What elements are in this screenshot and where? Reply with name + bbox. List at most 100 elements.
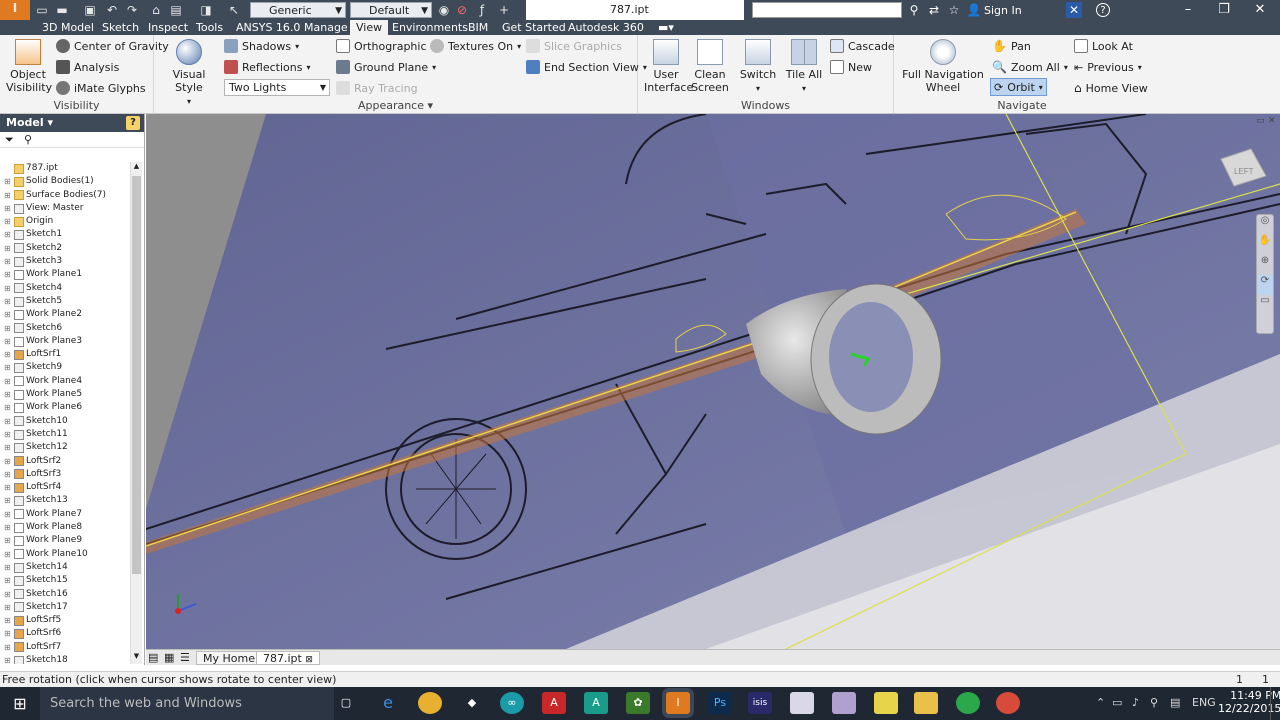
filter-icon[interactable]: ⏷ (5, 133, 14, 147)
expand-icon[interactable]: ⊞ (4, 521, 12, 534)
expand-icon[interactable]: ⊞ (4, 361, 12, 374)
project-icon[interactable]: ▤ (168, 2, 184, 18)
full-navigation-wheel-button[interactable]: Full Navigation Wheel (900, 39, 986, 94)
expand-icon[interactable]: ⊞ (4, 388, 12, 401)
expand-icon[interactable]: ⊞ (4, 268, 12, 281)
object-visibility-button[interactable]: Object Visibility (6, 39, 52, 94)
expand-icon[interactable]: ⊞ (4, 228, 12, 241)
tree-node[interactable]: ⊞ Sketch6 (0, 322, 130, 335)
expand-icon[interactable]: ⊞ (4, 295, 12, 308)
tray-network-icon[interactable]: ⚲ (1150, 696, 1158, 709)
look-at-button[interactable]: Look At (1074, 37, 1133, 55)
tab-inspect[interactable]: Inspect (144, 20, 192, 35)
new-window-button[interactable]: New (830, 58, 872, 76)
slice-graphics-button[interactable]: Slice Graphics (526, 37, 622, 55)
tree-node[interactable]: ⊞ LoftSrf4 (0, 481, 130, 494)
tree-node[interactable]: ⊞ LoftSrf3 (0, 468, 130, 481)
tree-node[interactable]: ⊞ Work Plane9 (0, 534, 130, 547)
expand-icon[interactable]: ⊞ (4, 534, 12, 547)
tree-node[interactable]: ⊞ Sketch5 (0, 295, 130, 308)
cascade-windows-icon[interactable]: ▦ (164, 651, 174, 664)
tree-node[interactable]: ⊞ Sketch1 (0, 228, 130, 241)
tree-node[interactable]: ⊞ Sketch10 (0, 415, 130, 428)
app-menu-button[interactable]: I (0, 0, 30, 20)
tree-node[interactable]: ⊞ Sketch12 (0, 441, 130, 454)
taskbar-search-input[interactable]: Search the web and Windows (40, 687, 334, 720)
user-interface-button[interactable]: User Interface (644, 39, 693, 94)
expand-icon[interactable]: ⊞ (4, 627, 12, 640)
start-button[interactable]: ⊞ (0, 687, 40, 720)
viewport-restore-icon[interactable]: ▭ (1256, 116, 1265, 126)
tree-node[interactable]: ⊞ Sketch13 (0, 494, 130, 507)
image-app-icon[interactable] (832, 692, 856, 714)
plus-icon[interactable]: + (496, 2, 512, 18)
new-file-icon[interactable]: ▭ (34, 2, 50, 18)
previous-view-dropdown[interactable]: ⇤ Previous ▾ (1074, 58, 1142, 76)
zoom-all-dropdown[interactable]: 🔍 Zoom All ▾ (992, 58, 1068, 76)
expand-icon[interactable]: ⊞ (4, 215, 12, 228)
orbit-button[interactable]: ⟳ Orbit ▾ (990, 78, 1047, 96)
tree-node[interactable]: ⊞ Origin (0, 215, 130, 228)
expand-icon[interactable]: ⊞ (4, 494, 12, 507)
clear-icon[interactable]: ⊘ (454, 2, 470, 18)
model-scene[interactable]: LEFT (146, 114, 1280, 649)
ground-plane-dropdown[interactable]: Ground Plane ▾ (336, 58, 436, 76)
tree-node[interactable]: ⊞ Work Plane2 (0, 308, 130, 321)
tree-node[interactable]: ⊞ Solid Bodies(1) (0, 175, 130, 188)
sticky-notes-icon[interactable] (874, 692, 898, 714)
center-of-gravity-toggle[interactable]: Center of Gravity (56, 37, 169, 55)
reflections-dropdown[interactable]: Reflections ▾ (224, 58, 310, 76)
expand-icon[interactable]: ⊞ (4, 348, 12, 361)
tree-node[interactable]: ⊞ Sketch3 (0, 255, 130, 268)
visual-style-button[interactable]: Visual Style ▾ (160, 39, 218, 108)
tree-node[interactable]: ⊞ Work Plane5 (0, 388, 130, 401)
expand-icon[interactable]: ⊞ (4, 441, 12, 454)
expand-icon[interactable]: ⊞ (4, 588, 12, 601)
paint-icon[interactable] (790, 692, 814, 714)
switch-button[interactable]: Switch ▾ (738, 39, 778, 95)
tree-node[interactable]: ⊞ Work Plane10 (0, 548, 130, 561)
expand-icon[interactable]: ⊞ (4, 322, 12, 335)
expand-icon[interactable]: ⊞ (4, 654, 12, 664)
expand-icon[interactable]: ⊞ (4, 614, 12, 627)
minimize-button[interactable]: – (1170, 0, 1206, 20)
tree-node[interactable]: ⊞ LoftSrf5 (0, 614, 130, 627)
tree-node[interactable]: ⊞ Work Plane3 (0, 335, 130, 348)
fx-icon[interactable]: ƒ (474, 2, 490, 18)
tab-autodesk-360[interactable]: Autodesk 360 (564, 20, 648, 35)
orthographic-dropdown[interactable]: Orthographic▾ (336, 37, 435, 55)
expand-icon[interactable]: ⊞ (4, 561, 12, 574)
update-icon[interactable]: ◨ (198, 2, 214, 18)
tree-node[interactable]: ⊞ Surface Bodies(7) (0, 189, 130, 202)
viewport-close-icon[interactable]: ✕ (1268, 116, 1276, 126)
expand-icon[interactable]: ⊞ (4, 255, 12, 268)
binoculars-icon[interactable]: ⚲ (906, 2, 922, 18)
help-button[interactable]: ? (1096, 3, 1110, 17)
tree-node[interactable]: ⊞ Sketch2 (0, 242, 130, 255)
expand-icon[interactable]: ⊞ (4, 189, 12, 202)
end-section-view-dropdown[interactable]: End Section View ▾ (526, 58, 647, 76)
tree-node[interactable]: ⊞ Work Plane7 (0, 508, 130, 521)
expand-icon[interactable]: ⊞ (4, 601, 12, 614)
tree-node[interactable]: ⊞ LoftSrf6 (0, 627, 130, 640)
tree-node[interactable]: ⊞ Work Plane4 (0, 375, 130, 388)
browser-help-button[interactable]: ? (126, 116, 140, 130)
open-icon[interactable]: ▬ (54, 2, 70, 18)
graphics-viewport[interactable]: LEFT ▭ ✕ ◎ ✋ ⊕ ⟳ ▭ (146, 114, 1280, 649)
expand-icon[interactable]: ⊞ (4, 175, 12, 188)
tab-bim[interactable]: BIM (464, 20, 492, 35)
home-icon[interactable]: ⌂ (148, 2, 164, 18)
tree-node[interactable]: ⊞ Work Plane8 (0, 521, 130, 534)
home-view-button[interactable]: ⌂ Home View (1074, 79, 1148, 97)
select-icon[interactable]: ↖ (226, 2, 242, 18)
expand-icon[interactable]: ⊞ (4, 415, 12, 428)
navbar-lookat-icon[interactable]: ▭ (1257, 295, 1273, 315)
sign-in-link[interactable]: Sign In (984, 4, 1022, 17)
pan-button[interactable]: ✋ Pan (992, 37, 1031, 55)
navbar-orbit-icon[interactable]: ⟳ (1257, 275, 1273, 295)
task-view-icon[interactable]: ▢ (334, 692, 358, 714)
maximize-button[interactable]: ❐ (1206, 0, 1242, 20)
tree-node[interactable]: ⊞ Sketch18 (0, 654, 130, 664)
exchange-icon[interactable]: ✕ (1066, 2, 1082, 18)
adjust-icon[interactable]: ◉ (436, 2, 452, 18)
